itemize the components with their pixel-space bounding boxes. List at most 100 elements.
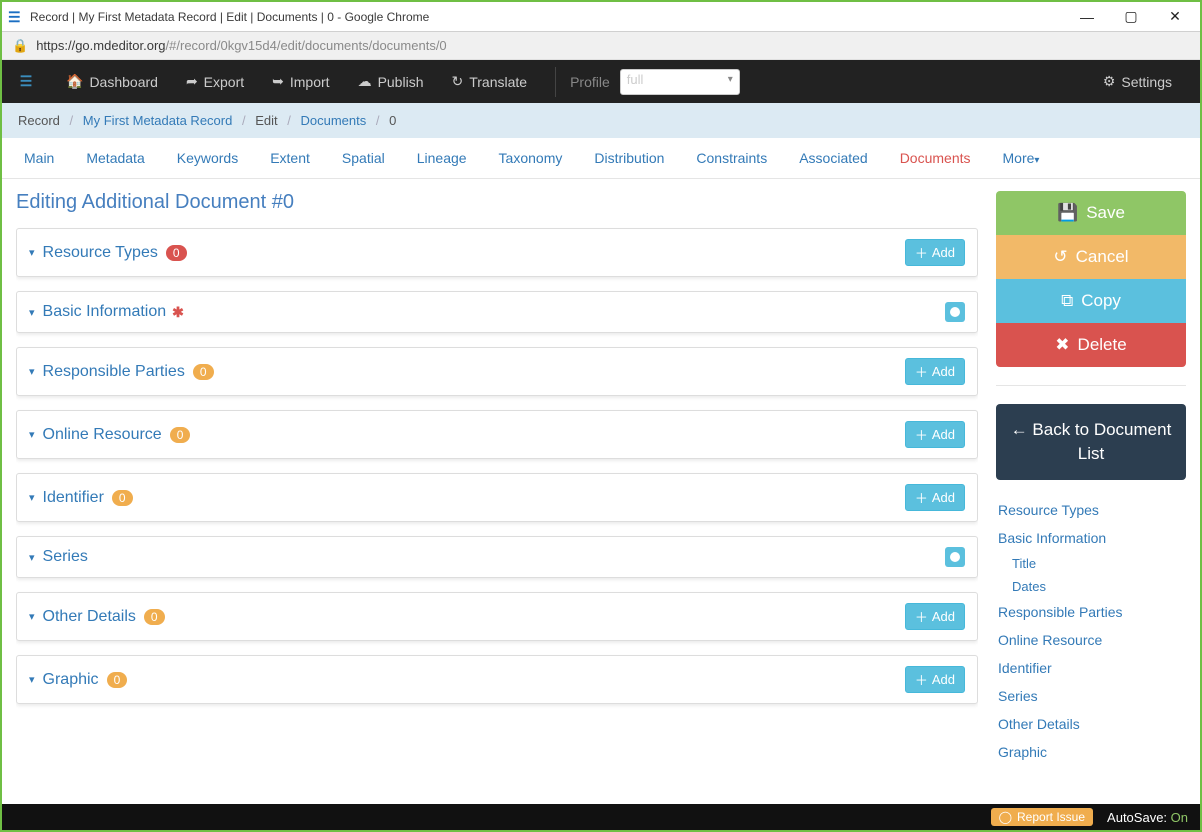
- add-button[interactable]: ＋Add: [905, 484, 965, 511]
- top-nav: ☰ 🏠Dashboard ➦Export ➥Import ☁Publish ↻T…: [2, 60, 1200, 103]
- content-column: Editing Additional Document #0 ▾ Resourc…: [16, 179, 978, 794]
- tab-more[interactable]: More▾: [987, 138, 1056, 178]
- panel-title[interactable]: Series: [43, 548, 88, 566]
- link-title[interactable]: Title: [998, 552, 1186, 575]
- arrow-left-icon: ←: [1011, 420, 1028, 439]
- autosave-label: AutoSave:: [1107, 810, 1171, 825]
- scroll-marker-icon[interactable]: [945, 547, 965, 567]
- panel-other-details: ▾ Other Details 0 ＋Add: [16, 592, 978, 641]
- window-title: Record | My First Metadata Record | Edit…: [30, 10, 1074, 24]
- delete-icon: ✖: [1055, 335, 1069, 355]
- cancel-button[interactable]: ↺Cancel: [996, 235, 1186, 279]
- nav-settings[interactable]: ⚙Settings: [1089, 73, 1186, 90]
- crumb-documents[interactable]: Documents: [301, 113, 367, 128]
- nav-publish[interactable]: ☁Publish: [344, 73, 438, 90]
- tab-taxonomy[interactable]: Taxonomy: [483, 138, 579, 178]
- side-column: 💾Save ↺Cancel ⧉Copy ✖ Delete ← Back to Do…: [996, 179, 1186, 794]
- copy-button[interactable]: ⧉Copy: [996, 279, 1186, 323]
- maximize-button[interactable]: ▢: [1118, 8, 1144, 25]
- tab-metadata[interactable]: Metadata: [70, 138, 160, 178]
- chevron-down-icon: ▾: [1034, 155, 1039, 166]
- page-title: Editing Additional Document #0: [16, 191, 978, 214]
- chevron-down-icon[interactable]: ▾: [29, 306, 35, 319]
- add-button[interactable]: ＋Add: [905, 421, 965, 448]
- minimize-button[interactable]: —: [1074, 9, 1100, 25]
- link-dates[interactable]: Dates: [998, 575, 1186, 598]
- nav-export[interactable]: ➦Export: [172, 73, 258, 90]
- profile-value: full: [627, 72, 644, 87]
- panel-title[interactable]: Online Resource: [43, 426, 162, 444]
- chevron-down-icon[interactable]: ▾: [29, 428, 35, 441]
- link-identifier[interactable]: Identifier: [998, 654, 1186, 682]
- plus-icon: ＋: [915, 670, 928, 689]
- nav-dashboard[interactable]: 🏠Dashboard: [52, 73, 172, 90]
- tab-documents[interactable]: Documents: [884, 138, 987, 178]
- footer: ◯Report Issue AutoSave: On: [2, 804, 1200, 830]
- tab-keywords[interactable]: Keywords: [161, 138, 254, 178]
- add-button[interactable]: ＋Add: [905, 603, 965, 630]
- link-graphic[interactable]: Graphic: [998, 738, 1186, 766]
- profile-select[interactable]: full: [620, 69, 740, 95]
- link-other-details[interactable]: Other Details: [998, 710, 1186, 738]
- url-bar: 🔒 https://go.mdeditor.org/#/record/0kgv1…: [2, 32, 1200, 60]
- nav-export-label: Export: [204, 74, 244, 90]
- report-issue-button[interactable]: ◯Report Issue: [991, 808, 1093, 826]
- app-icon: ☰: [8, 9, 24, 25]
- scroll-marker-icon[interactable]: [945, 302, 965, 322]
- chevron-down-icon[interactable]: ▾: [29, 491, 35, 504]
- link-basic-information[interactable]: Basic Information: [998, 524, 1186, 552]
- link-series[interactable]: Series: [998, 682, 1186, 710]
- panel-responsible-parties: ▾ Responsible Parties 0 ＋Add: [16, 347, 978, 396]
- url-host: https://go.mdeditor.org: [36, 38, 165, 53]
- tab-extent[interactable]: Extent: [254, 138, 326, 178]
- plus-icon: ＋: [915, 243, 928, 262]
- chevron-down-icon[interactable]: ▾: [29, 610, 35, 623]
- panel-title[interactable]: Responsible Parties: [43, 363, 185, 381]
- import-icon: ➥: [272, 73, 284, 90]
- panel-title[interactable]: Graphic: [43, 671, 99, 689]
- link-responsible-parties[interactable]: Responsible Parties: [998, 598, 1186, 626]
- count-badge: 0: [112, 490, 133, 506]
- plus-icon: ＋: [915, 425, 928, 444]
- crumb-edit: Edit: [255, 113, 277, 128]
- panel-title[interactable]: Basic Information: [43, 303, 167, 321]
- close-button[interactable]: ✕: [1162, 8, 1188, 25]
- save-button[interactable]: 💾Save: [996, 191, 1186, 235]
- tab-associated[interactable]: Associated: [783, 138, 883, 178]
- copy-icon: ⧉: [1061, 291, 1073, 311]
- delete-label: Delete: [1078, 335, 1127, 355]
- link-resource-types[interactable]: Resource Types: [998, 496, 1186, 524]
- count-badge: 0: [170, 427, 191, 443]
- tab-main[interactable]: Main: [8, 138, 70, 178]
- autosave-value: On: [1171, 810, 1188, 825]
- save-label: Save: [1086, 203, 1125, 223]
- gear-icon: ⚙: [1103, 73, 1116, 90]
- tab-distribution[interactable]: Distribution: [578, 138, 680, 178]
- panel-graphic: ▾ Graphic 0 ＋Add: [16, 655, 978, 704]
- back-button[interactable]: ← Back to Document List: [996, 404, 1186, 480]
- publish-icon: ☁: [358, 73, 372, 90]
- tab-lineage[interactable]: Lineage: [401, 138, 483, 178]
- panel-title[interactable]: Other Details: [43, 608, 136, 626]
- tab-spatial[interactable]: Spatial: [326, 138, 401, 178]
- panel-title[interactable]: Resource Types: [43, 244, 158, 262]
- tab-constraints[interactable]: Constraints: [680, 138, 783, 178]
- crumb-name[interactable]: My First Metadata Record: [83, 113, 233, 128]
- add-button[interactable]: ＋Add: [905, 358, 965, 385]
- required-icon: ✱: [172, 304, 184, 321]
- nav-separator: [555, 67, 556, 97]
- panel-title[interactable]: Identifier: [43, 489, 104, 507]
- link-online-resource[interactable]: Online Resource: [998, 626, 1186, 654]
- plus-icon: ＋: [915, 488, 928, 507]
- logo-icon[interactable]: ☰: [16, 72, 36, 92]
- add-button[interactable]: ＋Add: [905, 239, 965, 266]
- chevron-down-icon[interactable]: ▾: [29, 551, 35, 564]
- profile-label: Profile: [570, 74, 610, 90]
- delete-button[interactable]: ✖ Delete: [996, 323, 1186, 367]
- chevron-down-icon[interactable]: ▾: [29, 246, 35, 259]
- chevron-down-icon[interactable]: ▾: [29, 365, 35, 378]
- chevron-down-icon[interactable]: ▾: [29, 673, 35, 686]
- nav-translate[interactable]: ↻Translate: [437, 73, 541, 90]
- nav-import[interactable]: ➥Import: [258, 73, 343, 90]
- add-button[interactable]: ＋Add: [905, 666, 965, 693]
